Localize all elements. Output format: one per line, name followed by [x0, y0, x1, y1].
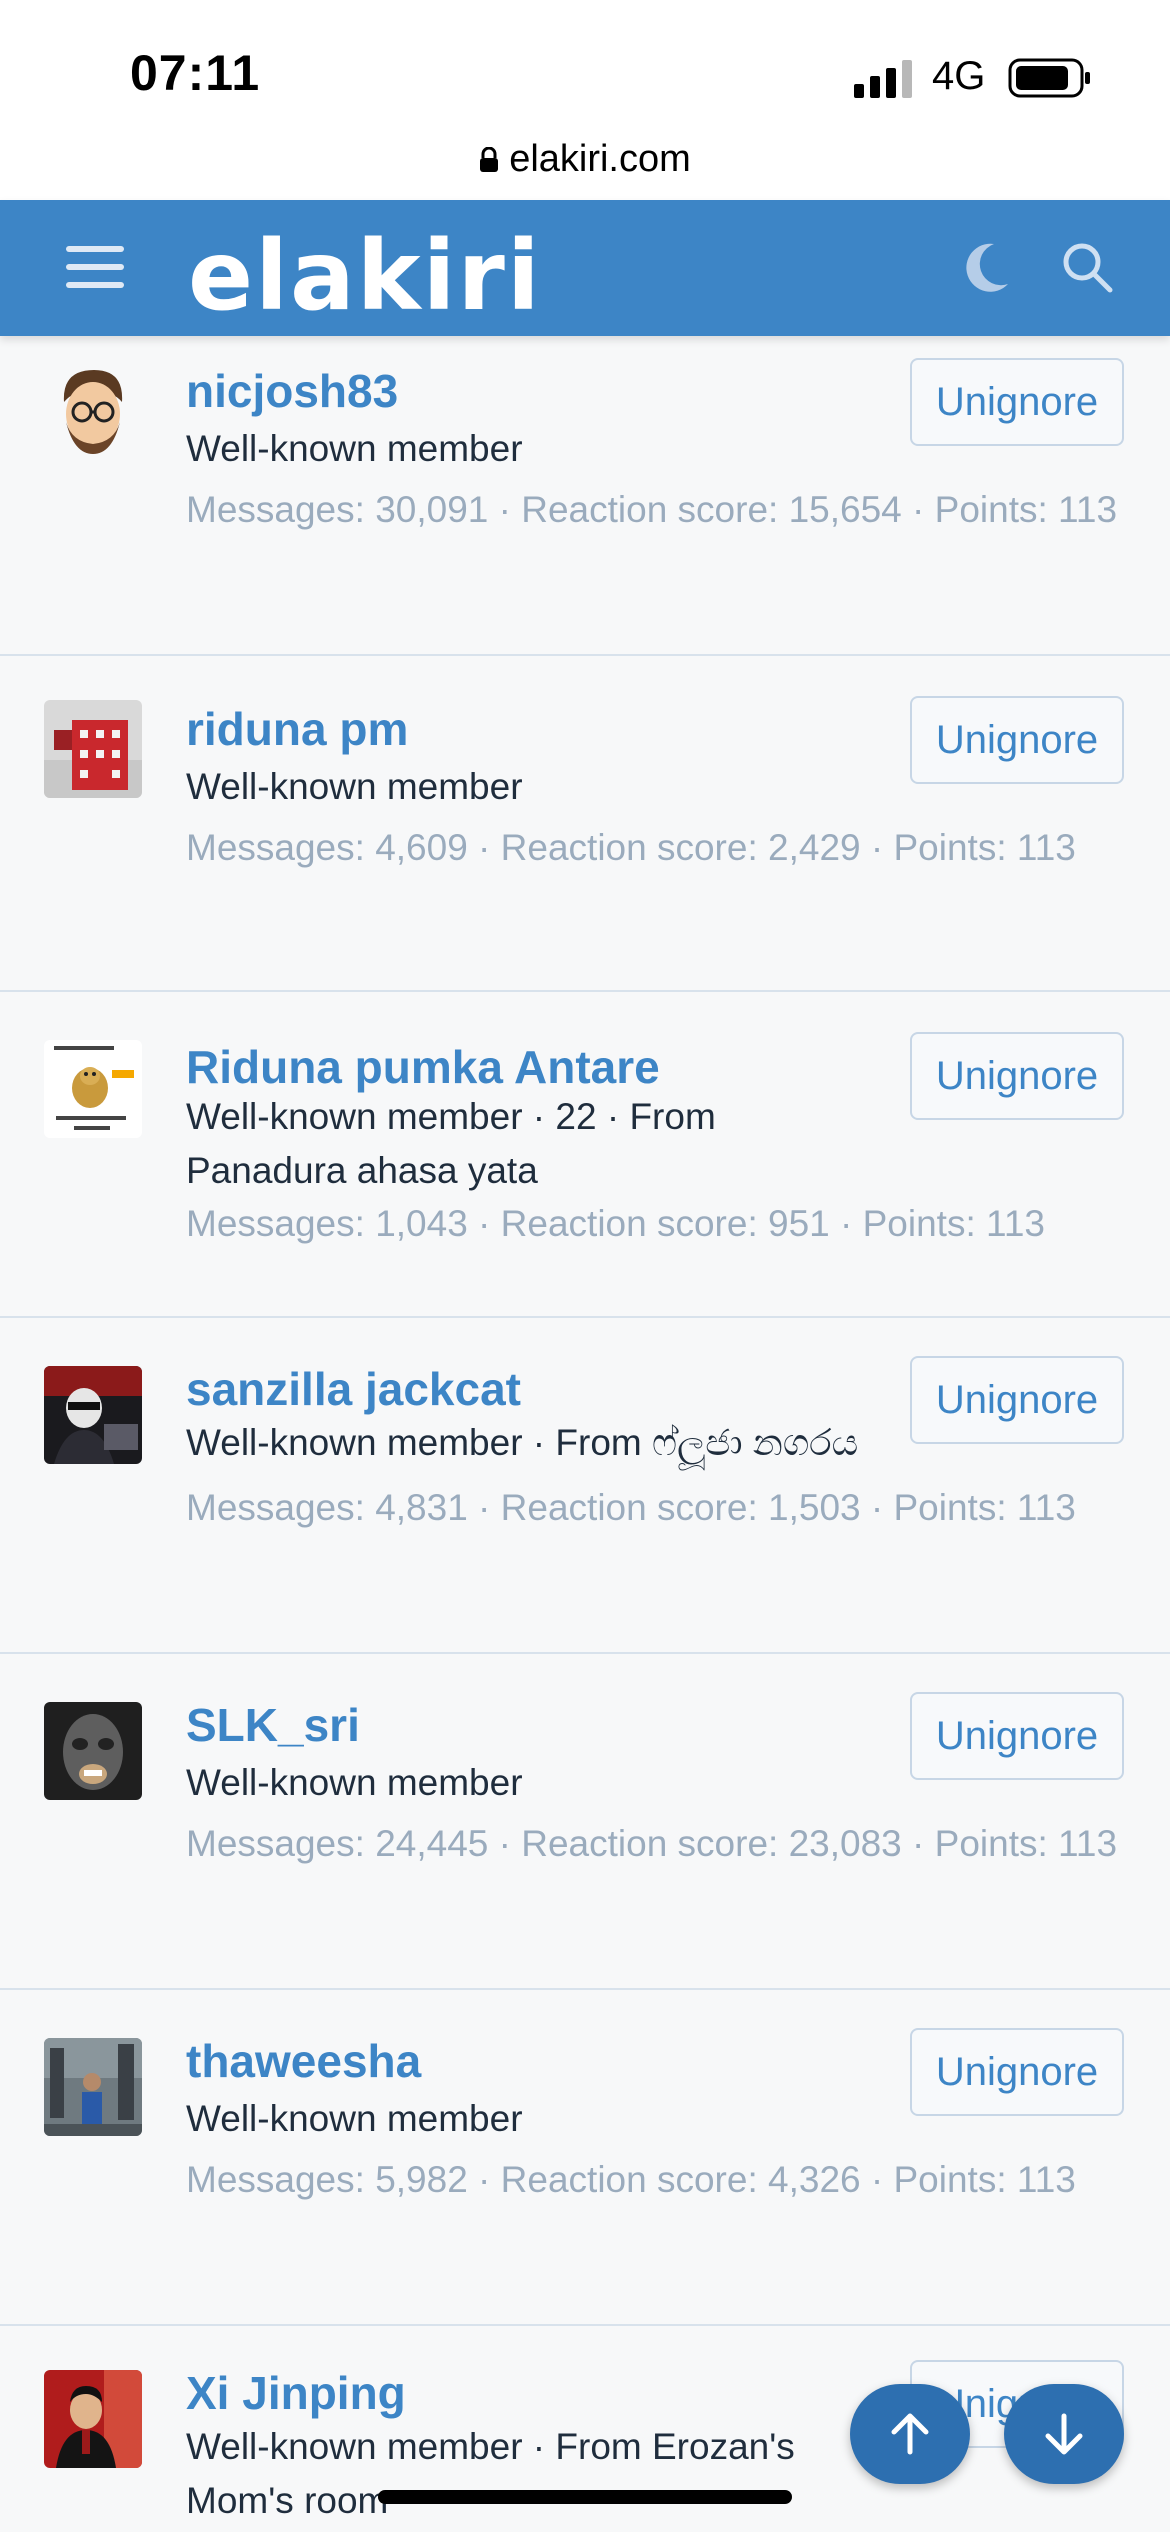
scroll-bottom-button[interactable]: [1004, 2384, 1124, 2484]
member-name[interactable]: Riduna pumka Antare: [186, 1040, 660, 1094]
avatar[interactable]: [44, 2038, 142, 2136]
member-stats: Messages: 4,609 · Reaction score: 2,429 …: [186, 827, 1076, 868]
member-title: Well-known member: [186, 766, 523, 807]
avatar[interactable]: [44, 362, 142, 460]
menu-icon[interactable]: [60, 240, 130, 298]
member-name[interactable]: sanzilla jackcat: [186, 1362, 521, 1416]
avatar[interactable]: [44, 1040, 142, 1138]
member-stats: Messages: 5,982 · Reaction score: 4,326 …: [186, 2159, 1076, 2200]
member-row: thaweesha Well-known member Messages: 5,…: [0, 1990, 1170, 2326]
member-row: nicjosh83 Well-known member Messages: 30…: [0, 336, 1170, 656]
member-row: SLK_sri Well-known member Messages: 24,4…: [0, 1654, 1170, 1990]
member-title: Well-known member · From ෆ්ලූජා නගරය: [186, 1422, 859, 1463]
member-name[interactable]: SLK_sri: [186, 1698, 360, 1752]
member-name[interactable]: Xi Jinping: [186, 2366, 406, 2420]
signal-icon: [854, 60, 912, 98]
battery-icon: [1008, 58, 1090, 98]
avatar[interactable]: [44, 1366, 142, 1464]
scroll-top-button[interactable]: [850, 2384, 970, 2484]
member-stats: Messages: 30,091 · Reaction score: 15,65…: [186, 489, 1118, 530]
member-stats: Messages: 24,445 · Reaction score: 23,08…: [186, 1823, 1118, 1864]
member-row: Riduna pumka Antare Well-known member · …: [0, 992, 1170, 1318]
unignore-button[interactable]: Unignore: [910, 696, 1124, 784]
member-list: nicjosh83 Well-known member Messages: 30…: [0, 336, 1170, 2526]
member-row: riduna pm Well-known member Messages: 4,…: [0, 656, 1170, 992]
address-bar[interactable]: elakiri.com: [0, 130, 1170, 202]
member-name[interactable]: thaweesha: [186, 2034, 421, 2088]
lock-icon: [480, 146, 499, 172]
site-logo[interactable]: elakiri: [188, 220, 542, 332]
avatar[interactable]: [44, 2370, 142, 2468]
member-title: Well-known member · From Erozan's Mom's …: [186, 2426, 795, 2521]
unignore-button[interactable]: Unignore: [910, 358, 1124, 446]
search-icon[interactable]: [1060, 240, 1114, 294]
unignore-button[interactable]: Unignore: [910, 2028, 1124, 2116]
unignore-button[interactable]: Unignore: [910, 1032, 1124, 1120]
moon-icon[interactable]: [964, 240, 1012, 294]
unignore-button[interactable]: Unignore: [910, 1356, 1124, 1444]
member-title: Well-known member · 22 · From Panadura a…: [186, 1096, 716, 1191]
avatar[interactable]: [44, 700, 142, 798]
network-type: 4G: [932, 54, 986, 98]
status-bar: 07:11 4G: [0, 0, 1170, 130]
arrow-up-icon: [891, 2413, 929, 2455]
member-stats: Messages: 4,831 · Reaction score: 1,503 …: [186, 1487, 1076, 1528]
url-text: elakiri.com: [509, 138, 691, 180]
unignore-button[interactable]: Unignore: [910, 1692, 1124, 1780]
avatar[interactable]: [44, 1702, 142, 1800]
member-name[interactable]: nicjosh83: [186, 364, 398, 418]
arrow-down-icon: [1045, 2413, 1083, 2455]
member-title: Well-known member: [186, 428, 523, 469]
member-row: sanzilla jackcat Well-known member · Fro…: [0, 1318, 1170, 1654]
status-time: 07:11: [130, 45, 261, 101]
home-indicator: [378, 2490, 792, 2504]
member-stats: Messages: 1,043 · Reaction score: 951 · …: [186, 1203, 1046, 1244]
member-title: Well-known member: [186, 1762, 523, 1803]
member-name[interactable]: riduna pm: [186, 702, 408, 756]
member-title: Well-known member: [186, 2098, 523, 2139]
